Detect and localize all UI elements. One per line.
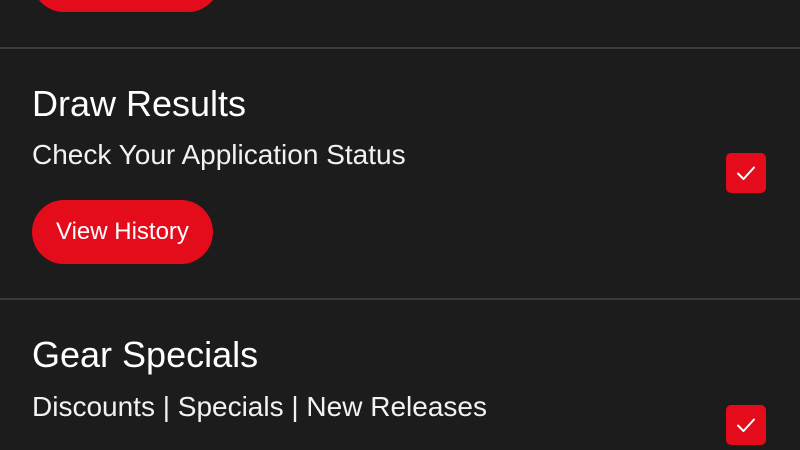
section-subtitle: Discounts | Specials | New Releases — [32, 391, 487, 422]
section-title: Gear Specials — [32, 334, 259, 375]
section-divider — [0, 298, 800, 300]
section-subtitle: Check Your Application Status — [32, 139, 406, 170]
previous-section-button[interactable] — [32, 0, 220, 12]
checkmark-icon — [737, 166, 755, 180]
draw-results-checkbox[interactable] — [726, 153, 766, 193]
section-title: Draw Results — [32, 83, 247, 124]
checkmark-icon — [737, 418, 755, 432]
notification-settings-screen: Draw Results Check Your Application Stat… — [0, 0, 800, 450]
view-history-button[interactable]: View History — [32, 200, 213, 264]
gear-specials-checkbox[interactable] — [726, 405, 766, 445]
section-divider — [0, 47, 800, 49]
